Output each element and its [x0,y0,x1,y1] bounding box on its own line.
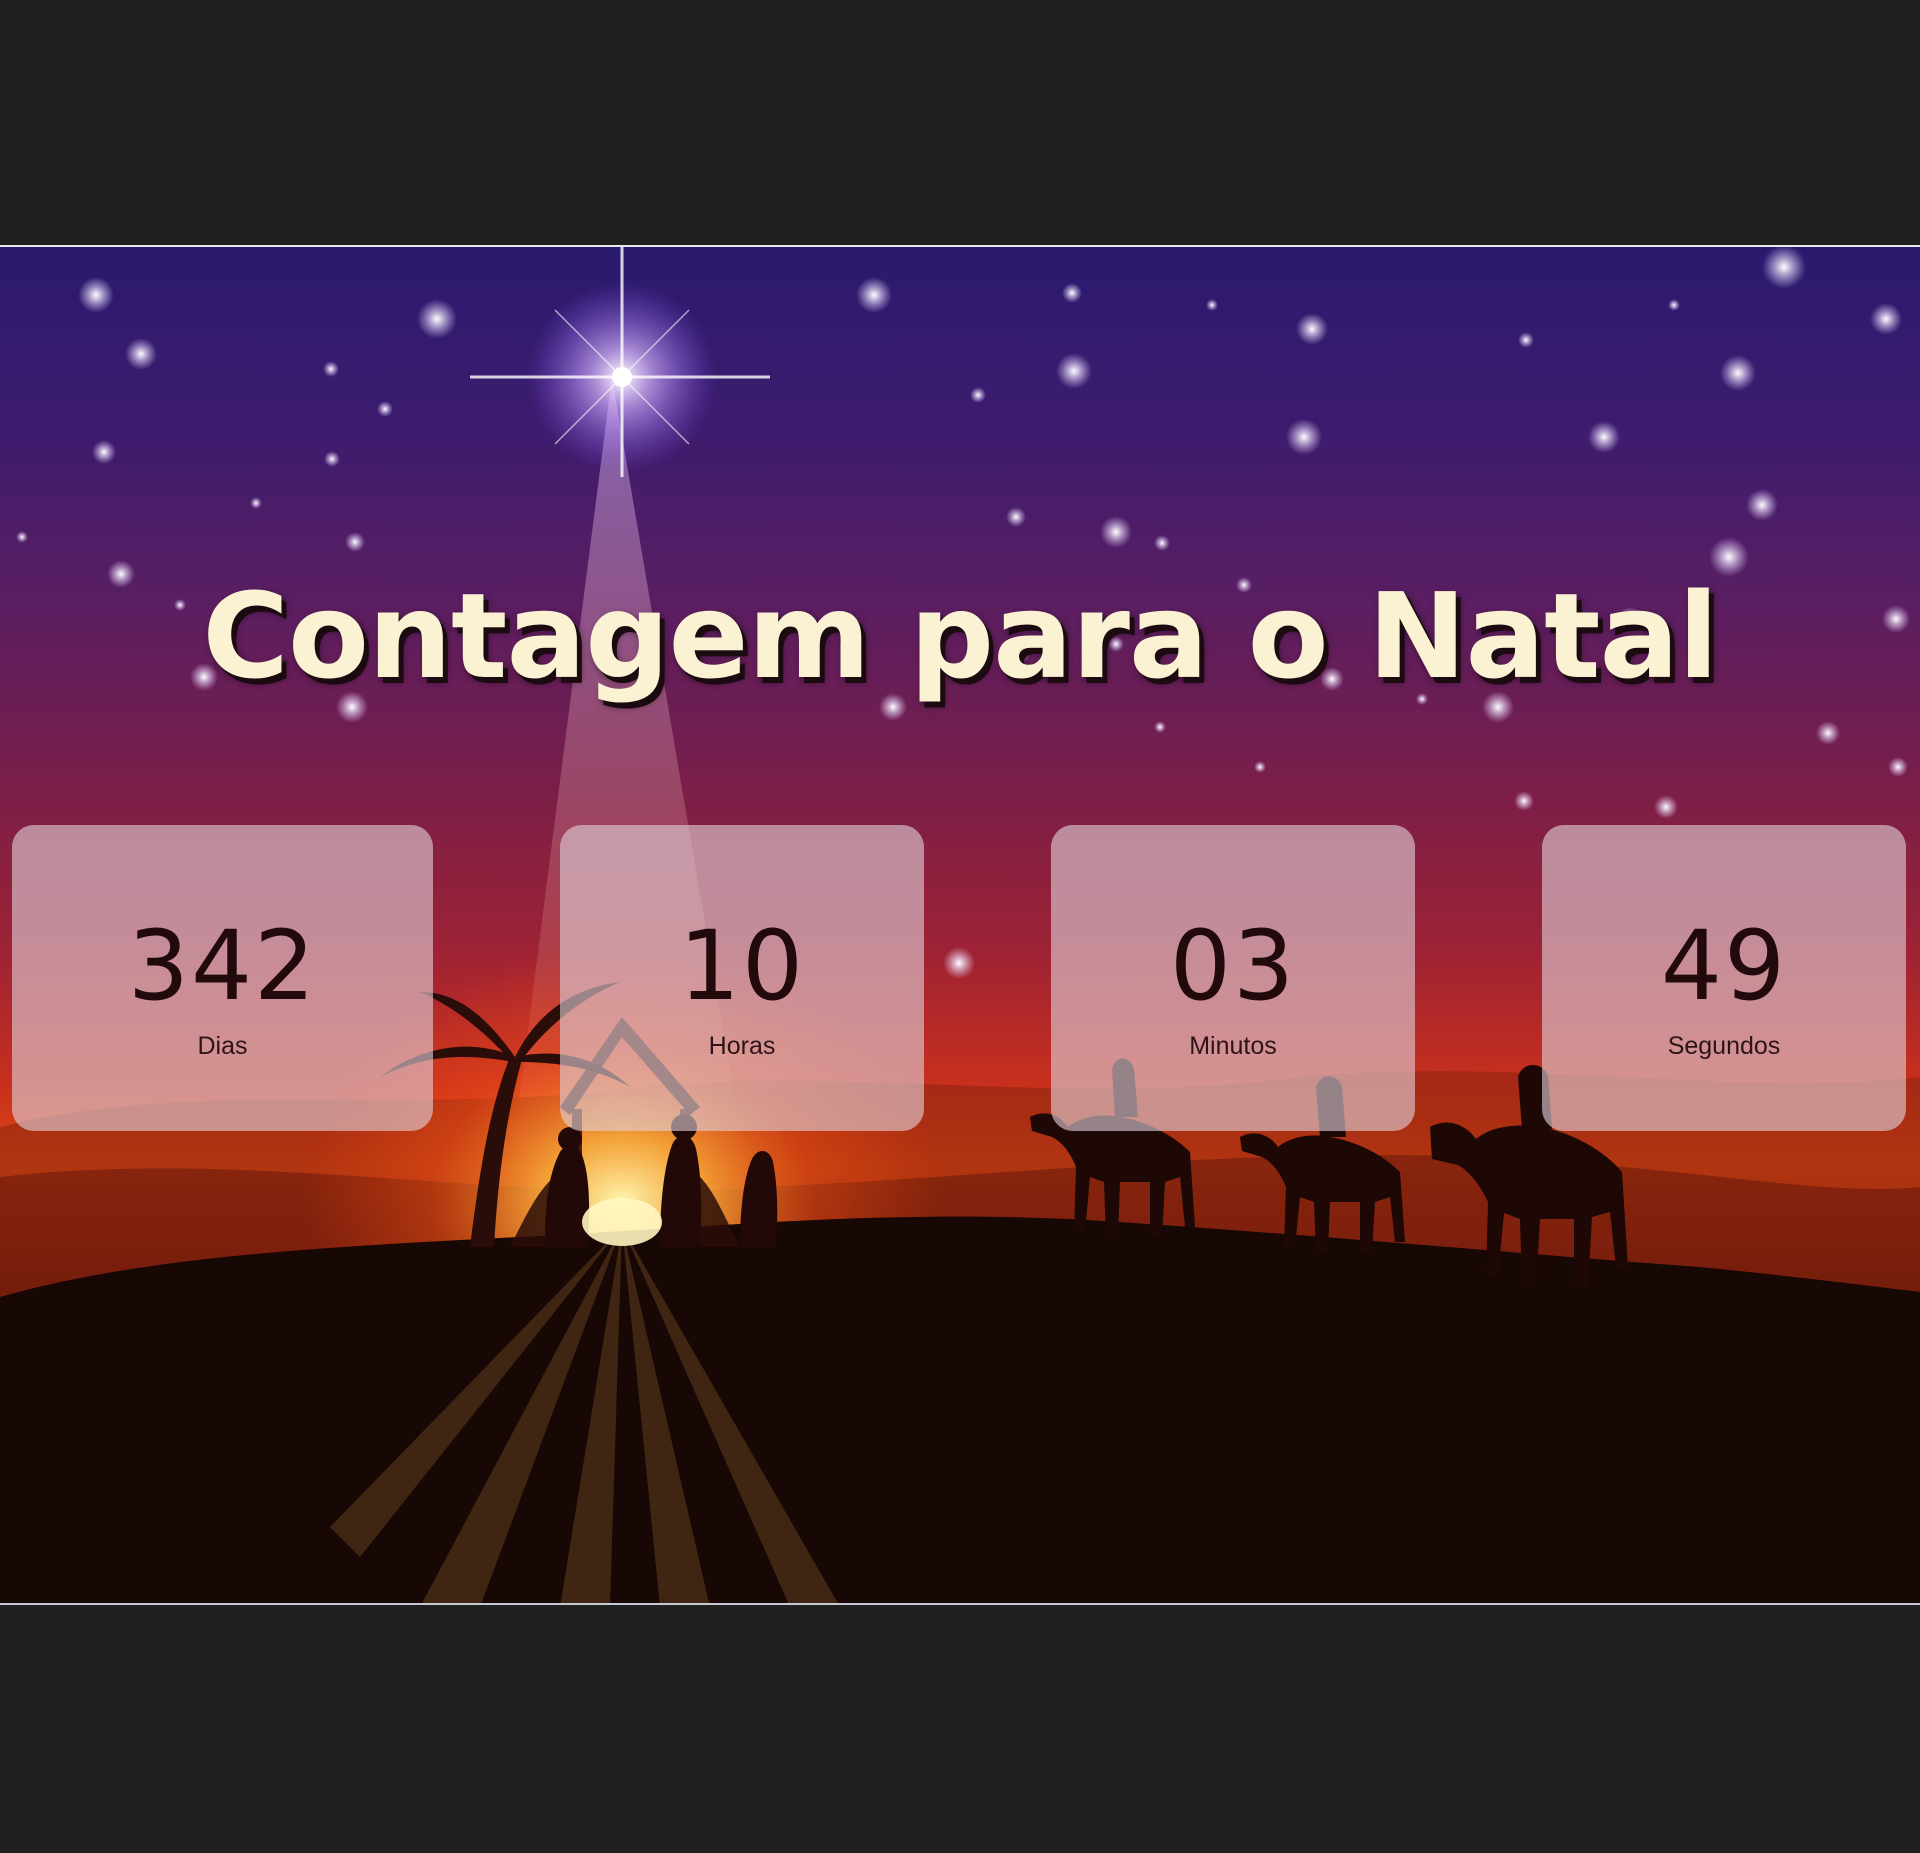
countdown-page: Contagem para o Natal 342 Dias 10 Horas … [0,245,1920,1605]
star-of-bethlehem-icon [470,247,770,477]
countdown-hours-label: Horas [708,1032,776,1060]
countdown-card-days: 342 Dias [12,825,433,1131]
countdown-card-minutes: 03 Minutos [1051,825,1415,1131]
countdown-days-value: 342 [127,910,318,1022]
page-title: Contagem para o Natal [202,567,1718,705]
countdown-seconds-value: 49 [1660,910,1788,1022]
countdown-days-label: Dias [197,1032,248,1060]
countdown-card-hours: 10 Horas [560,825,924,1131]
ground-silhouette [0,1216,1920,1603]
countdown-hours-value: 10 [678,910,806,1022]
letterbox-top [0,0,1920,245]
countdown-card-seconds: 49 Segundos [1542,825,1906,1131]
manger-icon [582,1198,662,1246]
countdown-minutes-label: Minutos [1189,1032,1277,1060]
countdown-minutes-value: 03 [1169,910,1297,1022]
countdown-seconds-label: Segundos [1667,1032,1781,1060]
letterbox-bottom [0,1605,1920,1853]
